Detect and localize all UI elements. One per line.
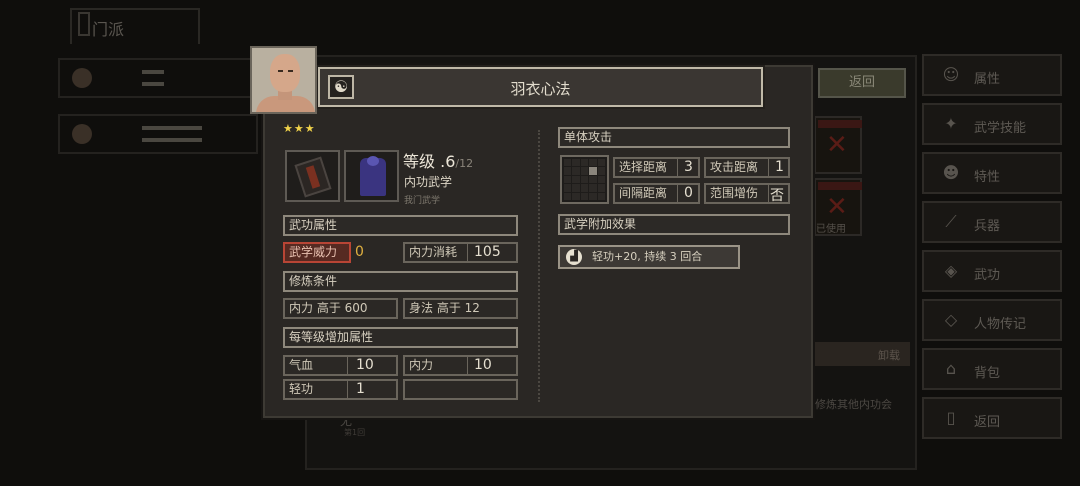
unequip-strip: 卸载 — [815, 342, 910, 366]
growth-hp-label: 气血 — [283, 355, 349, 376]
growth-header: 每等级增加属性 — [283, 327, 518, 348]
sect-tab-icon — [78, 12, 90, 36]
side-menu-item-weapons[interactable]: ⟋ 兵器 — [922, 201, 1062, 243]
background-tab-label: 门派 — [92, 20, 125, 39]
side-menu-item-bag[interactable]: ⌂ 背包 — [922, 348, 1062, 390]
attack-range-label: 攻击距离 — [704, 157, 770, 178]
side-menu-item-traits[interactable]: ☻ 特性 — [922, 152, 1062, 194]
cost-value: 105 — [474, 244, 501, 260]
extra-effect-header: 武学附加效果 — [558, 214, 790, 235]
slot-tag — [818, 120, 862, 128]
crossed-swords-icon: ✕ — [826, 192, 848, 222]
door-icon: ▯ — [946, 408, 956, 427]
power-value: 0 — [355, 244, 364, 260]
side-menu-item-return[interactable]: ▯ 返回 — [922, 397, 1062, 439]
mp-bar — [142, 82, 164, 86]
modal-title-bar: ☯ 羽衣心法 — [316, 65, 765, 109]
side-menu-item-biography[interactable]: ◇ 人物传记 — [922, 299, 1062, 341]
equipped-skill-slot[interactable]: ✕ — [814, 116, 862, 174]
avatar — [72, 68, 92, 88]
party-member-card[interactable] — [58, 58, 258, 98]
scroll-icon: ◈ — [944, 261, 958, 280]
skill-name: 羽衣心法 — [510, 80, 571, 98]
growth-agility-value: 1 — [356, 381, 365, 397]
crossed-swords-icon: ✕ — [826, 130, 848, 160]
person-icon: ☺ — [942, 65, 960, 84]
side-menu-item-martial-skills[interactable]: ✦ 武学技能 — [922, 103, 1062, 145]
skill-rarity-stars: ★★★ — [283, 122, 316, 135]
side-menu-item-skills[interactable]: ◈ 武功 — [922, 250, 1062, 292]
diamond-icon: ◇ — [944, 310, 958, 329]
spirit-icon — [360, 156, 386, 196]
boot-icon: ▟ — [566, 249, 582, 265]
slot-tag — [818, 182, 862, 190]
interval-value: 0 — [684, 185, 693, 201]
side-menu: ☺ 属性 ✦ 武学技能 ☻ 特性 ⟋ 兵器 ◈ 武功 ◇ 人物传记 ⌂ 背包 ▯ 返回 — [922, 54, 1062, 446]
background-note: 修炼其他内功会 — [815, 398, 892, 411]
book-icon — [294, 156, 332, 198]
stats-icon: ☻ — [942, 163, 960, 182]
growth-hp-value: 10 — [356, 357, 374, 373]
column-divider — [538, 130, 540, 402]
req-header: 修炼条件 — [283, 271, 518, 292]
skill-visual-slot — [344, 150, 399, 202]
growth-agility-label: 轻功 — [283, 379, 349, 400]
character-portrait — [250, 46, 317, 114]
return-button[interactable]: 返回 — [818, 68, 906, 98]
growth-empty-slot — [403, 379, 518, 400]
interval-label: 间隔距离 — [613, 183, 679, 204]
skill-category: 内功武学 — [404, 175, 453, 189]
requirement-1: 内力 高于 600 — [283, 298, 398, 319]
attack-range-grid — [560, 155, 609, 204]
hp-bar — [142, 126, 202, 130]
aoe-value: 否 — [770, 188, 784, 204]
sword-icon: ⟋ — [945, 212, 957, 231]
effect-text: 轻功+20, 持续 3 回合 — [592, 250, 703, 263]
skill-level: 等级 .6/12 — [403, 152, 474, 171]
requirement-2: 身法 高于 12 — [403, 298, 518, 319]
attack-type: 单体攻击 — [558, 127, 790, 148]
growth-mp-label: 内力 — [403, 355, 469, 376]
side-menu-item-attributes[interactable]: ☺ 属性 — [922, 54, 1062, 96]
skill-sect: 我门武学 — [404, 196, 441, 206]
avatar — [72, 124, 92, 144]
power-label: 武学威力 — [283, 242, 351, 263]
cost-label: 内力消耗 — [403, 242, 469, 263]
bag-icon: ⌂ — [945, 359, 957, 378]
background-note-left-sub: 第1回 — [344, 428, 366, 437]
slot-status: 已使用 — [816, 224, 846, 235]
hp-bar — [142, 70, 164, 74]
skill-book-slot — [285, 150, 340, 202]
attack-range-value: 1 — [775, 159, 784, 175]
growth-mp-value: 10 — [474, 357, 492, 373]
attrs-header: 武功属性 — [283, 215, 518, 236]
select-range-value: 3 — [684, 159, 693, 175]
martial-icon: ✦ — [944, 114, 958, 133]
buff-effect: ▟ 轻功+20, 持续 3 回合 — [558, 245, 740, 269]
party-member-card[interactable] — [58, 114, 258, 154]
select-range-label: 选择距离 — [613, 157, 679, 178]
aoe-label: 范围增伤 — [704, 183, 770, 204]
unequip-button[interactable]: 卸载 — [878, 347, 900, 363]
mp-bar — [142, 138, 202, 142]
